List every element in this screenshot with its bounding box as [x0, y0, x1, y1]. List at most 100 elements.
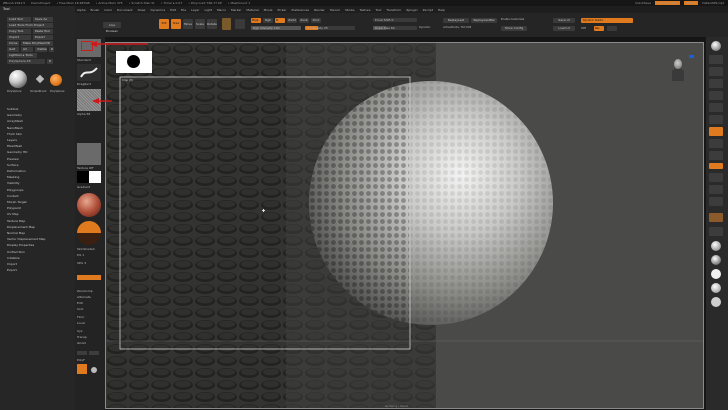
lsym-button[interactable] — [709, 151, 723, 160]
quicksave-button[interactable]: QuickSave — [635, 1, 651, 5]
save-ui-button[interactable]: Save UI — [553, 18, 575, 23]
load-tools-from-project-button[interactable]: Load Tools From Project — [7, 23, 53, 28]
lightbox-tools-button[interactable]: Lightbox ▸ Tools — [7, 53, 37, 58]
menus-toggle[interactable]: Menus — [684, 1, 699, 5]
menu-brush[interactable]: Brush — [91, 8, 100, 12]
tool-submenu-export[interactable]: Export — [7, 267, 69, 273]
actual-button[interactable] — [709, 91, 723, 100]
move-view-button[interactable] — [709, 197, 723, 206]
document-canvas[interactable]: Crop (H) — [105, 42, 704, 409]
line-fill-sphere-icon[interactable] — [711, 283, 721, 293]
polysphere-thumbnail-2[interactable] — [50, 72, 62, 86]
left-arrow-button[interactable] — [77, 351, 87, 355]
menu-picker[interactable]: Picker — [278, 8, 287, 12]
ghost-button[interactable] — [709, 227, 723, 236]
move-button[interactable]: Move — [183, 19, 193, 29]
white-sphere-icon[interactable] — [711, 269, 721, 279]
transform-orange-icon[interactable] — [77, 364, 87, 374]
draw-button[interactable]: Draw — [171, 19, 181, 29]
gizmo-icon[interactable] — [91, 367, 97, 373]
color-swatch-button[interactable] — [222, 18, 231, 30]
head-navigation-icon[interactable] — [672, 59, 684, 81]
replay-last-rel-button[interactable]: ReplayLastRel — [471, 18, 497, 23]
load-ui-button[interactable]: Load UI — [553, 26, 575, 31]
menu-help[interactable]: Help — [438, 8, 445, 12]
replay-last-button[interactable]: ReplayLast — [443, 18, 469, 23]
menu-preferences[interactable]: Preferences — [291, 8, 309, 12]
draw-size-slider[interactable]: Draw Size 64 — [373, 26, 417, 30]
mode-icon[interactable] — [235, 19, 245, 29]
rgb-button[interactable]: Rgb — [263, 18, 273, 23]
rotate-view-button[interactable] — [709, 173, 723, 182]
r-button[interactable]: R — [49, 47, 54, 52]
persp-button[interactable] — [709, 115, 723, 124]
store-config-button[interactable]: Store Config — [501, 26, 527, 31]
export-button[interactable]: Export — [33, 35, 53, 40]
frame-button[interactable] — [709, 185, 723, 194]
scroll-button[interactable] — [709, 67, 723, 76]
z-intensity-slider[interactable]: Z Intensity 25 — [305, 26, 355, 30]
simplebrush-thumbnail[interactable] — [35, 74, 45, 84]
m-button[interactable]: M — [275, 18, 285, 23]
enable-customize-button[interactable]: Enable Customize — [501, 18, 524, 21]
zoom-button[interactable] — [709, 79, 723, 88]
copy-tool-button[interactable]: Copy Tool — [7, 29, 31, 34]
default-zscript-button[interactable]: DefaultZScript — [702, 1, 724, 5]
goz-button[interactable]: GoZ — [7, 47, 19, 52]
mrgb-button[interactable]: Mrgb — [251, 18, 261, 23]
gray-sphere-icon[interactable] — [711, 297, 721, 307]
rotate-button[interactable]: Rotate — [207, 19, 217, 29]
res-slider[interactable]: Res — [594, 26, 604, 31]
all-button[interactable]: All — [21, 47, 33, 52]
bpr-icon[interactable] — [711, 41, 721, 51]
menu-material[interactable]: Material — [246, 8, 258, 12]
visible-button[interactable]: Visible — [35, 47, 47, 52]
zadd-button[interactable]: Zadd — [287, 18, 297, 23]
matcap-sphere-icon[interactable] — [77, 221, 101, 245]
texture-button[interactable] — [77, 143, 101, 165]
menu-file[interactable]: File — [181, 8, 186, 12]
floor-button[interactable] — [709, 127, 723, 136]
see-through-slider[interactable]: See-through 0 — [655, 1, 681, 5]
scale-button[interactable]: Scale — [195, 19, 205, 29]
zsub-button[interactable]: Zsub — [299, 18, 309, 23]
dynamic-toggle[interactable]: Dynamic — [419, 26, 430, 29]
save-as-button[interactable]: Save As — [33, 17, 53, 22]
menu-zscript[interactable]: Zscript — [423, 8, 433, 12]
menu-transform[interactable]: Transform — [386, 8, 401, 12]
orange-slider-bar[interactable] — [77, 275, 101, 280]
menu-color[interactable]: Color — [104, 8, 112, 12]
solo-sphere-icon[interactable] — [711, 241, 721, 251]
menu-alpha[interactable]: Alpha — [77, 8, 86, 12]
polysphere-slider[interactable]: PolySphere 48 — [7, 59, 45, 64]
material-sphere-icon[interactable] — [77, 193, 101, 217]
menu-draw[interactable]: Draw — [138, 8, 146, 12]
menu-layer[interactable]: Layer — [191, 8, 199, 12]
transp-button[interactable] — [709, 213, 723, 222]
menu-zplugin[interactable]: Zplugin — [406, 8, 417, 12]
import-button[interactable]: Import — [7, 35, 31, 40]
menu-stencil[interactable]: Stencil — [330, 8, 340, 12]
clone-button[interactable]: Clone — [7, 41, 19, 46]
zcut-button[interactable]: Zcut — [311, 18, 321, 23]
res-value-box[interactable] — [607, 26, 617, 31]
menu-marker[interactable]: Marker — [231, 8, 241, 12]
right-arrow-button[interactable] — [89, 351, 99, 355]
menu-edit[interactable]: Edit — [170, 8, 176, 12]
menu-movie[interactable]: Movie — [264, 8, 273, 12]
aahalf-button[interactable] — [709, 103, 723, 112]
paste-tool-button[interactable]: Paste Tool — [33, 29, 53, 34]
polyf-sphere-icon[interactable] — [711, 255, 721, 265]
smt-toggle[interactable]: SMt — [581, 27, 586, 30]
xyz-button[interactable] — [709, 163, 723, 169]
edit-button[interactable]: Edit — [159, 19, 169, 29]
focal-shift-slider[interactable]: Focal Shift 0 — [373, 18, 417, 22]
make-polymesh3d-button[interactable]: Make PolyMesh3D — [21, 41, 53, 46]
menu-document[interactable]: Document — [117, 8, 133, 12]
menu-tool[interactable]: Tool — [375, 8, 381, 12]
menu-texture[interactable]: Texture — [360, 8, 371, 12]
live-boolean-button[interactable]: Live Boolean — [103, 22, 121, 33]
menu-macro[interactable]: Macro — [217, 8, 226, 12]
local-button[interactable] — [709, 139, 723, 148]
menu-stroke[interactable]: Stroke — [345, 8, 355, 12]
